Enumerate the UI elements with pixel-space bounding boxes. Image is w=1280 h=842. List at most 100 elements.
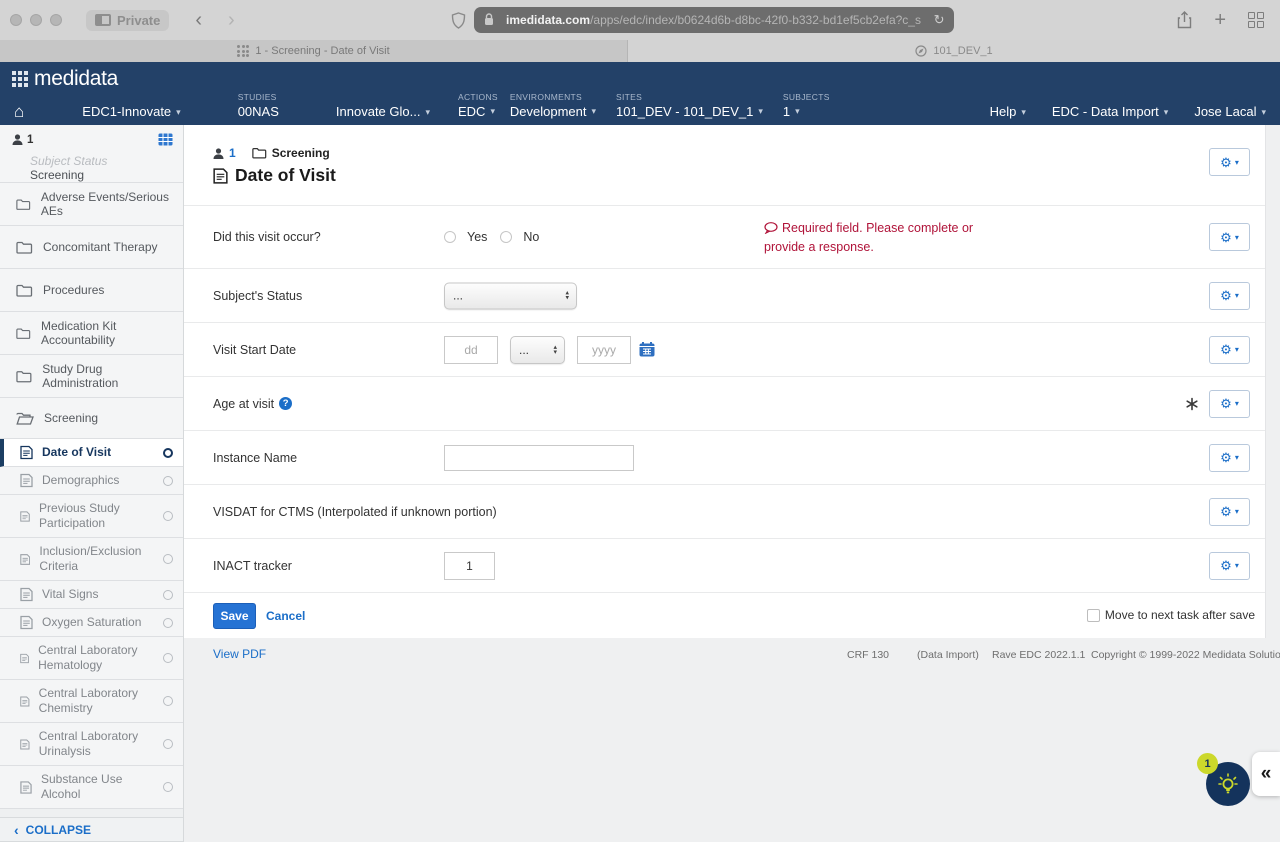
breadcrumb-folder[interactable]: Screening (272, 146, 330, 160)
field-actions-button[interactable]: ⚙▾ (1209, 282, 1250, 310)
form-status-icon (163, 590, 173, 600)
sidebar-form-oxygen-saturation[interactable]: Oxygen Saturation (0, 609, 183, 637)
reload-icon[interactable]: ↻ (934, 12, 945, 28)
subjects-group[interactable]: SUBJECTS 1▾ (783, 92, 830, 119)
sidebar-folder-procedures[interactable]: Procedures (0, 269, 183, 312)
sidebar-form-vital-signs[interactable]: Vital Signs (0, 581, 183, 609)
move-next-checkbox[interactable] (1087, 609, 1100, 622)
sidebar-form-central-lab-chemistry[interactable]: Central Laboratory Chem­istry (0, 680, 183, 723)
sidebar-form-central-lab-hematology[interactable]: Central Laboratory Hema­tology (0, 637, 183, 680)
address-bar[interactable]: imedidata.com/apps/edc/index/b0624d6b-d8… (474, 7, 954, 33)
gear-icon: ⚙ (1220, 451, 1232, 464)
year-input[interactable] (577, 336, 631, 364)
tab-active[interactable]: 1 - Screening - Date of Visit (0, 40, 627, 62)
forward-button[interactable]: › (228, 9, 235, 32)
field-actions-button[interactable]: ⚙▾ (1209, 498, 1250, 526)
form-content: 1 Screening Date of Visit ⚙▾ Did this vi… (184, 125, 1280, 842)
sidebar-folder-screening-open[interactable]: Screening (0, 398, 183, 439)
calendar-icon[interactable] (639, 342, 655, 357)
month-select[interactable]: ... ▴▾ (510, 336, 565, 364)
field-actions-button[interactable]: ⚙▾ (1209, 444, 1250, 472)
study-menu[interactable]: Innovate Glo...▾ (336, 104, 430, 119)
help-icon[interactable]: ? (279, 397, 292, 410)
form-actions-button[interactable]: ⚙▾ (1209, 148, 1250, 176)
form-icon (20, 587, 33, 602)
privacy-shield-icon[interactable] (451, 12, 466, 29)
chevron-left-icon: ‹ (14, 822, 19, 838)
field-label: Subject's Status (213, 289, 302, 303)
form-icon (20, 445, 33, 460)
app-menu[interactable]: EDC1-Innovate▾ (82, 104, 180, 119)
tab-overview-icon[interactable] (1248, 12, 1264, 28)
sidebar-form-demographics[interactable]: Demographics (0, 467, 183, 495)
close-window-button[interactable] (10, 14, 22, 26)
help-menu[interactable]: Help▾ (990, 104, 1026, 119)
field-actions-button[interactable]: ⚙▾ (1209, 390, 1250, 418)
radio-no[interactable] (500, 231, 512, 243)
form-icon (20, 615, 33, 630)
field-row-visdat-ctms: VISDAT for CTMS (Interpolated if unknown… (184, 484, 1265, 538)
subject-status-select[interactable]: ... ▴▾ (444, 282, 577, 309)
sidebar-toggle-icon (95, 14, 111, 26)
sidebar-form-inclusion-exclusion[interactable]: Inclusion/Exclusion Criteria (0, 538, 183, 581)
tab-background[interactable]: 101_DEV_1 (627, 40, 1280, 62)
share-icon[interactable] (1177, 11, 1192, 29)
home-icon[interactable]: ⌂ (14, 105, 24, 119)
environments-group[interactable]: ENVIRONMENTS Development▾ (510, 92, 596, 119)
actions-group[interactable]: ACTIONS EDC▾ (458, 92, 498, 119)
copyright-text: Copyright © 1999-2022 Medidata Solutions… (1091, 649, 1280, 661)
frozen-field-icon (1185, 397, 1199, 411)
sidebar-folder-study-drug[interactable]: Study Drug Administration (0, 355, 183, 398)
field-row-visit-start-date: Visit Start Date ... ▴▾ ⚙▾ (184, 322, 1265, 376)
field-actions-button[interactable]: ⚙▾ (1209, 336, 1250, 364)
chevron-down-icon: ▾ (1235, 158, 1239, 167)
field-actions-button[interactable]: ⚙▾ (1209, 552, 1250, 580)
sidebar-folder-medication-kit[interactable]: Medication Kit Accountability (0, 312, 183, 355)
sidebar-folder-concomitant-therapy[interactable]: Concomitant Therapy (0, 226, 183, 269)
inact-tracker-input[interactable] (444, 552, 495, 580)
window-controls[interactable] (10, 14, 62, 26)
sidebar-form-central-lab-urinalysis[interactable]: Central Laboratory Urinaly­sis (0, 723, 183, 766)
move-next-label: Move to next task after save (1105, 608, 1255, 622)
collapse-sidebar-button[interactable]: ‹ COLLAPSE (0, 817, 183, 842)
form-status-icon (163, 653, 173, 663)
chevron-down-icon: ▾ (1235, 399, 1239, 408)
data-import-mode: (Data Import) (917, 649, 979, 661)
form-status-icon (163, 554, 173, 564)
zoom-window-button[interactable] (50, 14, 62, 26)
tab-bar: 1 - Screening - Date of Visit 101_DEV_1 (0, 40, 1280, 62)
double-chevron-left-icon: « (1261, 763, 1272, 785)
radio-no-label: No (523, 230, 539, 244)
radio-yes-label: Yes (467, 230, 487, 244)
form-status-icon (163, 448, 173, 458)
chevron-down-icon: ▾ (1235, 233, 1239, 242)
field-row-subject-status: Subject's Status ... ▴▾ ⚙▾ (184, 268, 1265, 322)
sidebar-form-previous-study[interactable]: Previous Study Participa­tion (0, 495, 183, 538)
sidebar-form-date-of-visit[interactable]: Date of Visit (0, 439, 183, 467)
chevron-down-icon: ▾ (758, 106, 763, 118)
expand-panel-button[interactable]: « (1252, 752, 1280, 796)
user-menu[interactable]: Jose Lacal▾ (1194, 104, 1266, 119)
medidata-logo-icon (12, 71, 28, 87)
select-stepper-icon: ▴▾ (553, 345, 557, 355)
minimize-window-button[interactable] (30, 14, 42, 26)
sidebar-form-substance-use-alcohol[interactable]: Substance Use Alcohol (0, 766, 183, 809)
save-button[interactable]: Save (213, 603, 256, 629)
role-menu[interactable]: EDC - Data Import▾ (1052, 104, 1168, 119)
radio-yes[interactable] (444, 231, 456, 243)
gear-icon: ⚙ (1220, 397, 1232, 410)
app-grid-icon (237, 45, 249, 57)
view-pdf-link[interactable]: View PDF (213, 647, 266, 661)
field-actions-button[interactable]: ⚙▾ (1209, 223, 1250, 251)
new-tab-button[interactable]: + (1214, 9, 1226, 32)
grid-view-icon[interactable] (158, 133, 173, 146)
cancel-button[interactable]: Cancel (266, 609, 305, 623)
instance-name-input[interactable] (444, 445, 634, 471)
breadcrumb-subject[interactable]: 1 (229, 146, 236, 160)
sites-group[interactable]: SITES 101_DEV - 101_DEV_1▾ (616, 92, 763, 119)
back-button[interactable]: ‹ (195, 9, 202, 32)
chevron-down-icon: ▾ (1235, 561, 1239, 570)
form-icon (20, 737, 30, 752)
day-input[interactable] (444, 336, 498, 364)
sidebar-folder-adverse-events[interactable]: Adverse Events/Serious AEs (0, 183, 183, 226)
